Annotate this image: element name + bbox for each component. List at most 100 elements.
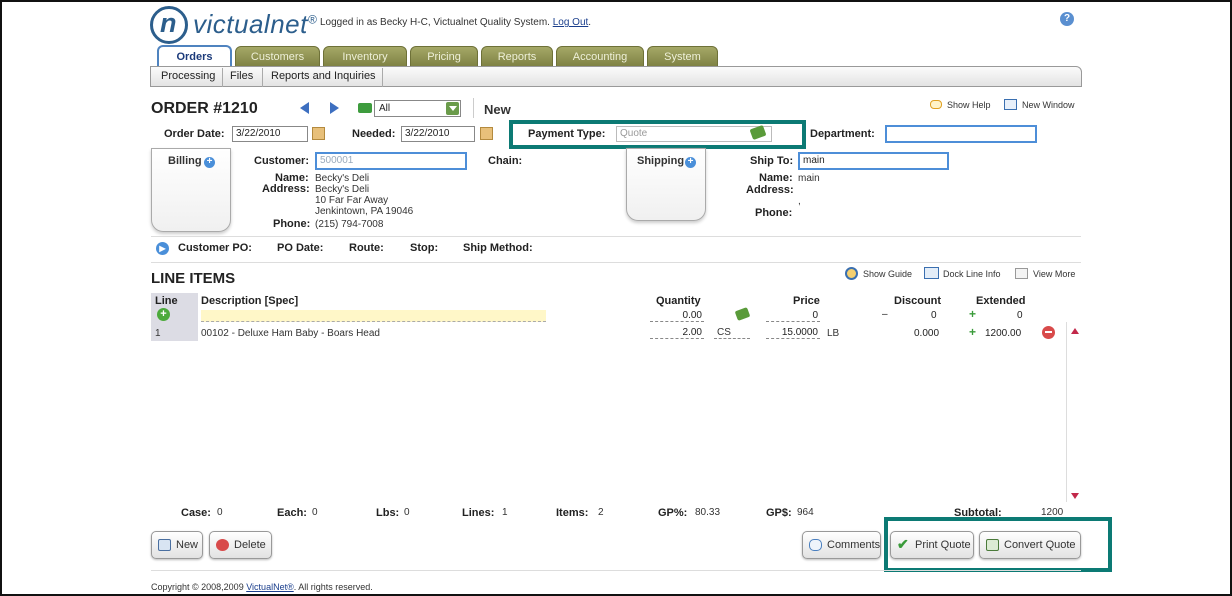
money-icon[interactable] xyxy=(734,307,751,321)
dock-line-info-link[interactable]: Dock Line Info xyxy=(943,269,1001,279)
ship-to-label: Ship To: xyxy=(750,155,794,167)
row-extended: 1200.00 xyxy=(985,328,1022,339)
logo-n-letter: n xyxy=(160,8,177,38)
expand-arrow-icon[interactable]: ▶ xyxy=(156,242,169,255)
each-value: 0 xyxy=(312,507,318,518)
gp-dollar-label: GP$: xyxy=(766,507,792,519)
tab-system[interactable]: System xyxy=(647,46,718,67)
new-button-label: New xyxy=(176,539,199,551)
print-quote-button-label: Print Quote xyxy=(915,539,971,551)
row-discount: 0.000 xyxy=(914,328,940,339)
order-date-field[interactable]: 3/22/2010 xyxy=(232,126,308,142)
add-line-icon[interactable]: + xyxy=(157,308,170,321)
new-line-quantity-field[interactable]: 0.00 xyxy=(650,310,704,322)
case-label: Case: xyxy=(181,507,211,519)
shipping-tab[interactable]: Shipping + xyxy=(626,148,706,221)
comment-icon xyxy=(809,539,822,551)
tab-reports[interactable]: Reports xyxy=(481,46,553,67)
show-help-link[interactable]: Show Help xyxy=(947,100,991,110)
calendar-icon[interactable] xyxy=(480,127,493,140)
calendar-icon[interactable] xyxy=(312,127,325,140)
tab-accounting[interactable]: Accounting xyxy=(556,46,644,67)
new-window-link[interactable]: New Window xyxy=(1022,100,1075,110)
needed-date-field[interactable]: 3/22/2010 xyxy=(401,126,475,142)
delete-icon xyxy=(216,539,229,551)
gp-dollar-value: 964 xyxy=(797,507,814,518)
checkmark-icon: ✔ xyxy=(897,536,909,552)
order-filter-select[interactable]: All xyxy=(374,100,461,117)
scroll-up-icon[interactable] xyxy=(1071,328,1079,334)
lbs-value: 0 xyxy=(404,507,410,518)
logout-link[interactable]: Log Out xyxy=(553,17,589,28)
tab-inventory[interactable]: Inventory xyxy=(323,46,407,67)
logo: victualnet® xyxy=(193,9,317,40)
divider xyxy=(151,236,1081,237)
column-header-line: Line xyxy=(155,295,178,307)
row-quantity: 2.00 xyxy=(682,327,702,338)
row-quantity-field[interactable]: 2.00 xyxy=(650,327,704,339)
subnav-reports-inquiries[interactable]: Reports and Inquiries xyxy=(271,70,376,82)
subnav-processing[interactable]: Processing xyxy=(161,70,215,82)
route-label: Route: xyxy=(349,242,384,254)
subnav-divider xyxy=(382,68,383,87)
previous-order-arrow-icon[interactable] xyxy=(300,102,309,114)
payment-type-field[interactable]: Quote xyxy=(616,126,772,142)
subnav-files[interactable]: Files xyxy=(230,70,253,82)
chevron-down-icon[interactable] xyxy=(446,102,459,115)
column-header-discount: Discount xyxy=(894,295,942,307)
new-window-icon xyxy=(1004,99,1017,110)
print-quote-button[interactable]: ✔ Print Quote xyxy=(890,531,974,559)
folder-icon[interactable] xyxy=(358,103,372,113)
delete-button-label: Delete xyxy=(234,539,266,551)
delete-line-icon[interactable] xyxy=(1042,326,1055,339)
new-line-extended: 0 xyxy=(1017,310,1023,321)
row-price-field[interactable]: 15.0000 xyxy=(766,327,820,339)
plus-circle-icon[interactable]: + xyxy=(685,157,696,168)
chain-label: Chain: xyxy=(488,155,523,167)
new-button[interactable]: New xyxy=(151,531,203,559)
customer-field[interactable]: 500001 xyxy=(315,152,467,170)
billing-address-line3: Jenkintown, PA 19046 xyxy=(315,206,414,217)
shipping-name: main xyxy=(798,173,820,184)
convert-quote-button[interactable]: Convert Quote xyxy=(979,531,1081,559)
next-order-arrow-icon[interactable] xyxy=(330,102,339,114)
view-more-link[interactable]: View More xyxy=(1033,269,1075,279)
department-field[interactable] xyxy=(885,125,1037,143)
order-title: ORDER #1210 xyxy=(151,100,258,117)
dock-icon xyxy=(924,267,939,279)
plus-circle-icon[interactable]: + xyxy=(204,157,215,168)
billing-tab-label: Billing xyxy=(168,155,202,167)
help-icon[interactable]: ? xyxy=(1060,12,1074,26)
copyright-link[interactable]: VictualNet® xyxy=(246,582,294,592)
scroll-down-icon[interactable] xyxy=(1071,493,1079,499)
show-guide-link[interactable]: Show Guide xyxy=(863,269,912,279)
delete-button[interactable]: Delete xyxy=(209,531,272,559)
column-header-description: Description [Spec] xyxy=(201,295,299,307)
billing-address-line2: 10 Far Far Away xyxy=(315,195,389,206)
divider xyxy=(473,98,474,118)
scrollbar-track[interactable] xyxy=(1066,322,1067,502)
case-value: 0 xyxy=(217,507,223,518)
row-description[interactable]: 00102 - Deluxe Ham Baby - Boars Head xyxy=(201,328,380,339)
copyright: Copyright © 2008,2009 VictualNet®. All r… xyxy=(151,582,373,592)
speech-bubble-icon xyxy=(930,100,942,109)
comments-button[interactable]: Comments xyxy=(802,531,881,559)
ship-to-field[interactable]: main xyxy=(798,152,949,170)
row-unit-field[interactable]: CS xyxy=(714,327,750,339)
tab-pricing[interactable]: Pricing xyxy=(410,46,478,67)
tab-orders[interactable]: Orders xyxy=(157,45,232,68)
login-status: Logged in as Becky H-C, Victualnet Quali… xyxy=(320,17,592,28)
gp-percent-label: GP%: xyxy=(658,507,688,519)
billing-phone-label: Phone: xyxy=(273,218,311,230)
order-filter-value: All xyxy=(379,103,391,114)
new-line-price-field[interactable]: 0 xyxy=(766,310,820,322)
divider xyxy=(151,570,1081,571)
billing-tab[interactable]: Billing + xyxy=(151,148,231,232)
plus-icon[interactable]: + xyxy=(969,307,976,321)
subnav-divider xyxy=(222,68,223,87)
tab-customers[interactable]: Customers xyxy=(235,46,320,67)
convert-icon xyxy=(986,539,999,551)
plus-icon[interactable]: + xyxy=(969,325,976,339)
department-label: Department: xyxy=(810,128,875,140)
new-line-description-input[interactable] xyxy=(201,310,546,322)
